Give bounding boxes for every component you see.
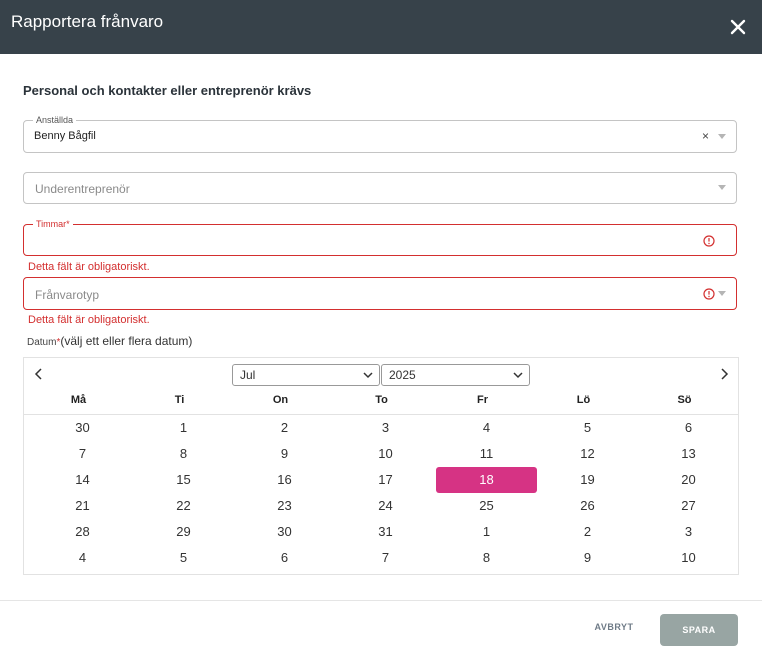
weekday-header: Må Ti On To Fr Lö Sö xyxy=(24,388,738,415)
calendar-day[interactable]: 20 xyxy=(638,467,739,493)
calendar-day[interactable]: 11 xyxy=(436,441,537,467)
datum-label-text: Datum xyxy=(27,337,57,348)
calendar-day[interactable]: 30 xyxy=(32,415,133,441)
save-button[interactable]: SPARA xyxy=(660,614,738,646)
clear-icon[interactable]: × xyxy=(702,129,709,143)
calendar-day[interactable]: 7 xyxy=(32,441,133,467)
chevron-right-icon[interactable] xyxy=(717,367,731,381)
calendar-day[interactable]: 6 xyxy=(234,545,335,571)
calendar-day[interactable]: 6 xyxy=(638,415,739,441)
calendar-day[interactable]: 13 xyxy=(638,441,739,467)
close-icon[interactable] xyxy=(728,17,748,37)
error-icon xyxy=(703,235,715,247)
calendar-day[interactable]: 1 xyxy=(133,415,234,441)
calendar-day[interactable]: 28 xyxy=(32,519,133,545)
calendar-day[interactable]: 9 xyxy=(537,545,638,571)
calendar-day[interactable]: 4 xyxy=(436,415,537,441)
weekday-label: Må xyxy=(70,394,87,406)
calendar-day[interactable]: 10 xyxy=(335,441,436,467)
month-value: Jul xyxy=(240,368,256,382)
subcontractor-select[interactable]: Underentreprenör xyxy=(23,172,737,204)
calendar-day[interactable]: 10 xyxy=(638,545,739,571)
chevron-down-icon[interactable] xyxy=(718,291,726,296)
month-select[interactable]: Jul xyxy=(232,364,380,386)
absence-type-placeholder: Frånvarotyp xyxy=(35,288,100,302)
absence-type-select[interactable]: Frånvarotyp xyxy=(23,277,737,310)
calendar-day[interactable]: 3 xyxy=(638,519,739,545)
dialog-header: Rapportera frånvaro xyxy=(0,0,762,54)
absence-type-error-text: Detta fält är obligatoriskt. xyxy=(28,314,150,326)
employees-label: Anställda xyxy=(33,114,77,126)
subcontractor-placeholder: Underentreprenör xyxy=(35,182,130,196)
employees-value: Benny Bågfil xyxy=(34,130,96,142)
calendar-day[interactable]: 24 xyxy=(335,493,436,519)
calendar-day[interactable]: 14 xyxy=(32,467,133,493)
weekday-label: Lö xyxy=(576,394,591,406)
calendar-day[interactable]: 7 xyxy=(335,545,436,571)
datum-hint: (välj ett eller flera datum) xyxy=(60,334,193,348)
error-icon xyxy=(703,288,715,300)
calendar-day[interactable]: 16 xyxy=(234,467,335,493)
year-value: 2025 xyxy=(389,368,416,382)
calendar-day[interactable]: 18 xyxy=(436,467,537,493)
calendar: Jul 2025 Må Ti On To Fr Lö Sö 30 1 2 3 4 5 6 7 8… xyxy=(23,357,739,575)
calendar-day[interactable]: 5 xyxy=(133,545,234,571)
calendar-day[interactable]: 3 xyxy=(335,415,436,441)
calendar-day[interactable]: 8 xyxy=(436,545,537,571)
calendar-day[interactable]: 8 xyxy=(133,441,234,467)
chevron-down-icon[interactable] xyxy=(718,134,726,139)
calendar-day[interactable]: 30 xyxy=(234,519,335,545)
calendar-day[interactable]: 2 xyxy=(537,519,638,545)
chevron-down-icon xyxy=(363,372,373,379)
chevron-left-icon[interactable] xyxy=(32,367,46,381)
cancel-button[interactable]: AVBRYT xyxy=(584,622,644,640)
calendar-day[interactable]: 29 xyxy=(133,519,234,545)
chevron-down-icon xyxy=(513,372,523,379)
calendar-day[interactable]: 2 xyxy=(234,415,335,441)
calendar-day[interactable]: 21 xyxy=(32,493,133,519)
datum-label: Datum*(välj ett eller flera datum) xyxy=(27,334,192,348)
hours-label: Timmar* xyxy=(33,218,73,230)
calendar-day[interactable]: 26 xyxy=(537,493,638,519)
employees-select[interactable]: Anställda Benny Bågfil × xyxy=(23,114,737,153)
calendar-day[interactable]: 9 xyxy=(234,441,335,467)
calendar-day[interactable]: 22 xyxy=(133,493,234,519)
chevron-down-icon[interactable] xyxy=(718,185,726,190)
calendar-day[interactable]: 27 xyxy=(638,493,739,519)
calendar-day[interactable]: 5 xyxy=(537,415,638,441)
calendar-day[interactable]: 4 xyxy=(32,545,133,571)
dialog-title: Rapportera frånvaro xyxy=(11,12,164,31)
year-select[interactable]: 2025 xyxy=(381,364,530,386)
weekday-label: Fr xyxy=(477,394,488,406)
hours-error-text: Detta fält är obligatoriskt. xyxy=(28,261,150,273)
calendar-day[interactable]: 12 xyxy=(537,441,638,467)
weekday-label: On xyxy=(272,394,289,406)
footer-divider xyxy=(0,600,762,601)
calendar-day[interactable]: 23 xyxy=(234,493,335,519)
calendar-day[interactable]: 15 xyxy=(133,467,234,493)
calendar-day[interactable]: 17 xyxy=(335,467,436,493)
weekday-label: To xyxy=(375,394,388,406)
section-title: Personal och kontakter eller entreprenör… xyxy=(23,83,312,98)
calendar-day[interactable]: 25 xyxy=(436,493,537,519)
weekday-label: Ti xyxy=(174,394,185,406)
calendar-day[interactable]: 1 xyxy=(436,519,537,545)
hours-field[interactable]: Timmar* xyxy=(23,218,737,256)
calendar-day[interactable]: 19 xyxy=(537,467,638,493)
calendar-day[interactable]: 31 xyxy=(335,519,436,545)
weekday-label: Sö xyxy=(677,394,692,406)
